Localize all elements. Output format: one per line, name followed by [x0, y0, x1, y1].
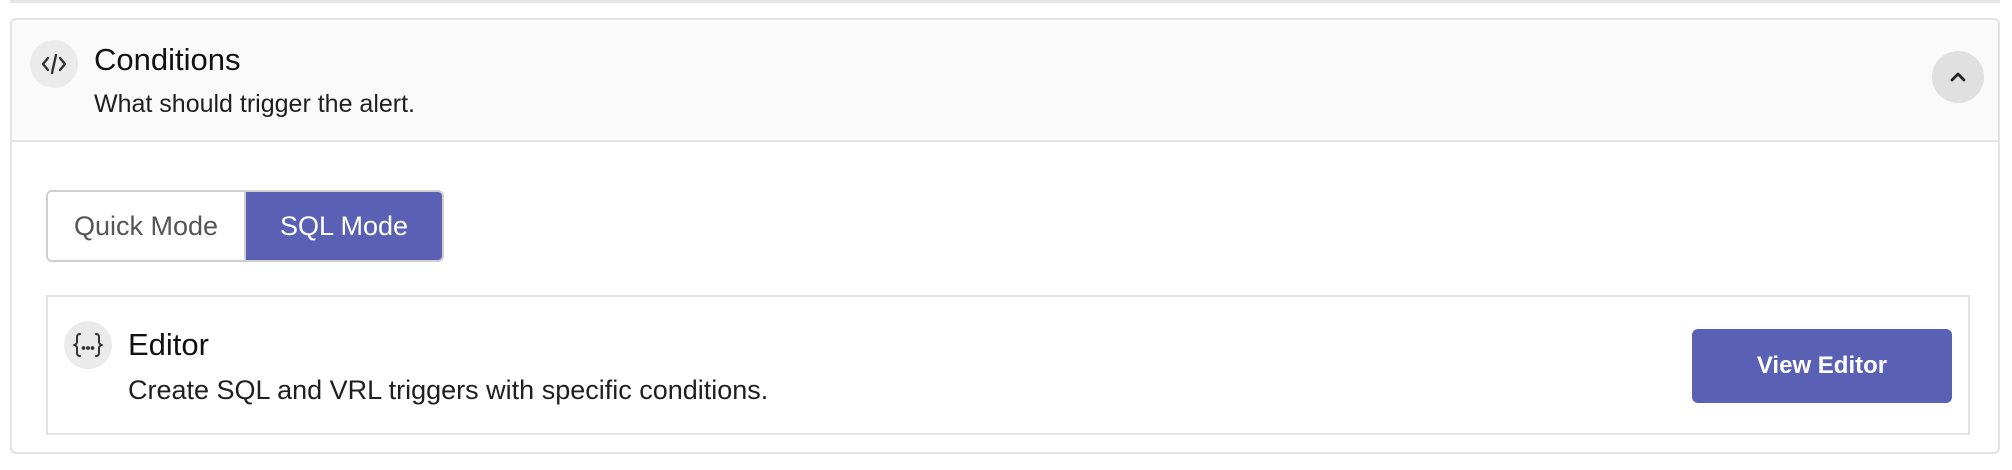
- section-title: Conditions: [94, 42, 241, 77]
- quick-mode-button[interactable]: Quick Mode: [48, 192, 246, 260]
- editor-description: Create SQL and VRL triggers with specifi…: [128, 375, 769, 405]
- collapse-button[interactable]: [1932, 51, 1984, 103]
- section-subtitle: What should trigger the alert.: [94, 90, 415, 118]
- conditions-section: Conditions What should trigger the alert…: [10, 18, 2000, 454]
- editor-title: Editor: [128, 327, 209, 362]
- curly-braces-icon: [64, 321, 112, 369]
- editor-card: Editor Create SQL and VRL triggers with …: [46, 295, 1970, 435]
- code-icon: [30, 40, 78, 88]
- conditions-header[interactable]: Conditions What should trigger the alert…: [12, 20, 1998, 142]
- top-divider: [10, 0, 2000, 3]
- mode-toggle: Quick Mode SQL Mode: [46, 190, 444, 262]
- view-editor-button[interactable]: View Editor: [1692, 329, 1952, 403]
- sql-mode-button[interactable]: SQL Mode: [246, 192, 442, 260]
- chevron-up-icon: [1947, 66, 1969, 88]
